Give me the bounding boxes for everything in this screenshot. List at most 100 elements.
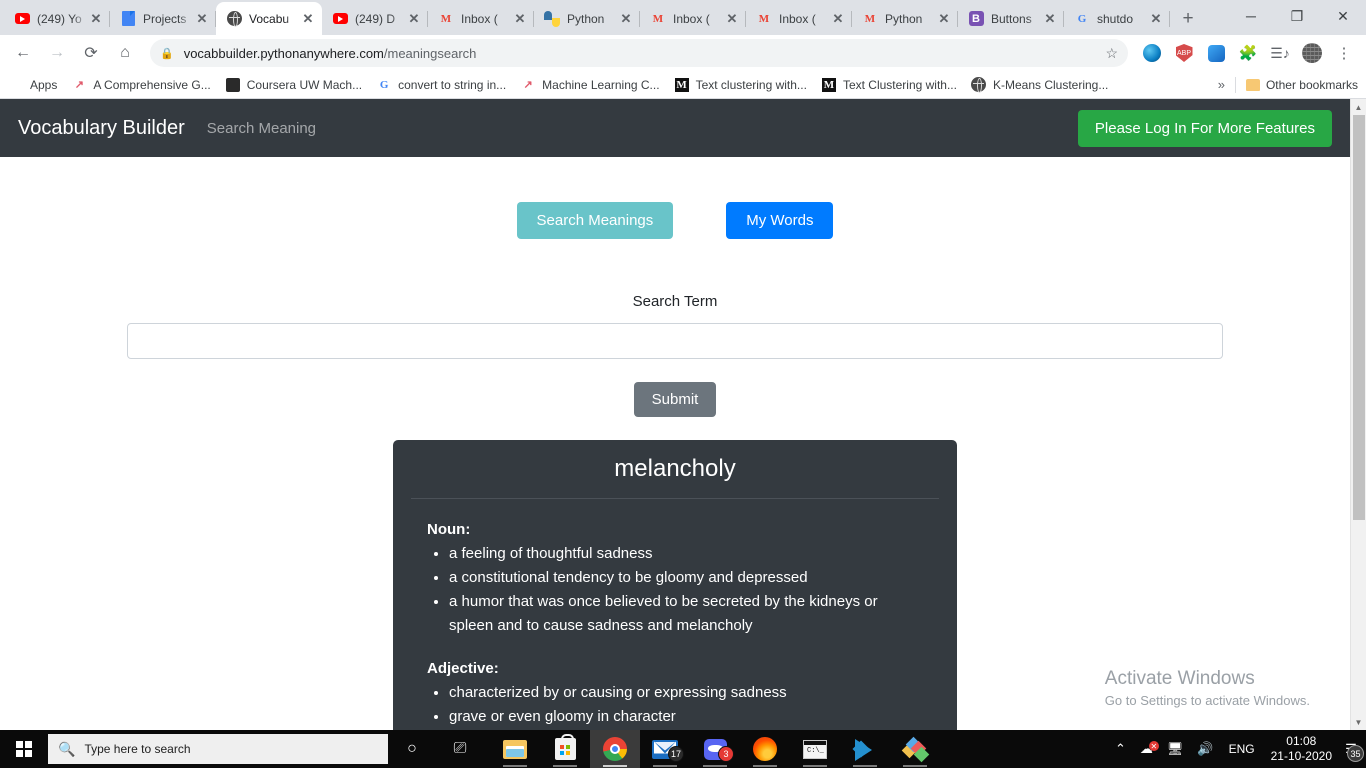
browser-tab-9[interactable]: B Buttons ✕	[958, 2, 1064, 35]
tab-close-icon[interactable]: ✕	[724, 11, 740, 27]
cortana-icon[interactable]: ○	[388, 730, 436, 768]
bookmark-item-4[interactable]: ↗ Machine Learning C...	[520, 77, 660, 93]
bookmark-item-3[interactable]: G convert to string in...	[376, 77, 506, 93]
extensions-puzzle-icon[interactable]: 🧩	[1235, 40, 1261, 66]
tab-close-icon[interactable]: ✕	[1148, 11, 1164, 27]
taskbar-app-mail[interactable]: 17	[640, 730, 690, 768]
youtube-icon	[14, 11, 30, 27]
bookmarks-overflow-icon[interactable]: »	[1218, 77, 1225, 92]
browser-tab-1[interactable]: Projects ✕	[110, 2, 216, 35]
globe-icon	[226, 11, 242, 27]
action-button-row: Search Meanings My Words	[0, 202, 1350, 239]
discord-badge: 3	[718, 746, 734, 762]
close-window-button[interactable]: ✕	[1320, 0, 1366, 32]
medium-icon: M	[674, 77, 689, 92]
extension-adblock-icon[interactable]: ABP	[1171, 40, 1197, 66]
cloud-icon[interactable]: ☁ ✕	[1133, 741, 1160, 757]
avatar[interactable]	[1299, 40, 1325, 66]
bookmark-star-icon[interactable]: ☆	[1105, 45, 1118, 62]
search-meanings-button[interactable]: Search Meanings	[516, 202, 674, 239]
gmail-icon: M	[758, 12, 770, 25]
bookmark-apps[interactable]: Apps	[8, 77, 57, 93]
scrollbar-thumb[interactable]	[1353, 115, 1365, 520]
taskbar-app-color-diamonds[interactable]	[890, 730, 940, 768]
tab-title: Inbox (	[461, 11, 498, 26]
site-navbar: Vocabulary Builder Search Meaning Please…	[0, 99, 1350, 157]
extension-eye-icon[interactable]	[1139, 40, 1165, 66]
bookmark-item-1[interactable]: ↗ A Comprehensive G...	[71, 77, 211, 93]
browser-tab-5[interactable]: Python ✕	[534, 2, 640, 35]
taskbar-app-command-prompt[interactable]	[790, 730, 840, 768]
medium-icon: M	[821, 77, 836, 92]
browser-tab-3[interactable]: (249) D ✕	[322, 2, 428, 35]
taskbar-app-google-chrome[interactable]	[590, 730, 640, 768]
reload-icon[interactable]: ⟳	[76, 38, 106, 68]
google-icon: G	[1077, 12, 1087, 25]
tab-close-icon[interactable]: ✕	[936, 11, 952, 27]
maximize-button[interactable]: ❐	[1274, 0, 1320, 32]
back-icon[interactable]: ←	[8, 38, 38, 68]
tray-overflow-icon[interactable]: ⌃	[1108, 741, 1133, 757]
task-view-icon[interactable]: ⎚	[436, 730, 484, 768]
my-words-button[interactable]: My Words	[726, 202, 834, 239]
browser-toolbar: ← → ⟳ ⌂ 🔒 vocabbuilder.pythonanywhere.co…	[0, 35, 1366, 71]
submit-button[interactable]: Submit	[633, 382, 717, 417]
new-tab-button[interactable]: +	[1174, 5, 1202, 33]
tab-close-icon[interactable]: ✕	[194, 11, 210, 27]
clock[interactable]: 01:08 21-10-2020	[1263, 734, 1340, 764]
browser-tab-0[interactable]: (249) Yo ✕	[4, 2, 110, 35]
youtube-icon	[332, 11, 348, 27]
definition-item: a humor that was once believed to be sec…	[449, 590, 923, 638]
login-button[interactable]: Please Log In For More Features	[1077, 109, 1332, 147]
tab-title: Inbox (	[779, 11, 816, 26]
other-bookmarks-label[interactable]: Other bookmarks	[1266, 78, 1358, 92]
browser-tab-6[interactable]: M Inbox ( ✕	[640, 2, 746, 35]
forward-icon[interactable]: →	[42, 38, 72, 68]
bookmark-item-2[interactable]: Coursera UW Mach...	[225, 77, 362, 93]
browser-tab-2-active[interactable]: Vocabu ✕	[216, 2, 322, 35]
address-bar[interactable]: 🔒 vocabbuilder.pythonanywhere.com/meanin…	[150, 39, 1128, 67]
extension-blue-icon[interactable]	[1203, 40, 1229, 66]
language-indicator[interactable]: ENG	[1221, 742, 1263, 756]
taskbar-app-visual-studio-code[interactable]	[840, 730, 890, 768]
volume-icon[interactable]: 🔊	[1190, 741, 1220, 757]
search-input[interactable]	[127, 323, 1223, 359]
bookmark-label: Text Clustering with...	[842, 77, 957, 92]
network-icon[interactable]: 🖥	[1160, 741, 1191, 757]
browser-tab-10[interactable]: G shutdo ✕	[1064, 2, 1170, 35]
nav-link-search-meaning[interactable]: Search Meaning	[207, 120, 316, 137]
chrome-menu-icon[interactable]: ⋮	[1331, 40, 1357, 66]
browser-tab-7[interactable]: M Inbox ( ✕	[746, 2, 852, 35]
tab-close-icon[interactable]: ✕	[88, 11, 104, 27]
start-button[interactable]	[0, 730, 48, 768]
part-of-speech-noun: Noun:	[427, 521, 471, 538]
tab-close-icon[interactable]: ✕	[406, 11, 422, 27]
notification-center-icon[interactable]: ☰ 35	[1340, 730, 1364, 768]
tab-close-icon[interactable]: ✕	[830, 11, 846, 27]
taskbar-app-microsoft-store[interactable]	[540, 730, 590, 768]
tab-close-icon[interactable]: ✕	[1042, 11, 1058, 27]
bookmark-label: K-Means Clustering...	[992, 77, 1109, 92]
tab-close-icon[interactable]: ✕	[618, 11, 634, 27]
scroll-up-arrow-icon[interactable]: ▲	[1351, 99, 1366, 115]
site-brand[interactable]: Vocabulary Builder	[18, 117, 185, 140]
gmail-icon: M	[440, 12, 452, 25]
browser-tab-4[interactable]: M Inbox ( ✕	[428, 2, 534, 35]
home-icon[interactable]: ⌂	[110, 38, 140, 68]
bookmark-item-5[interactable]: M Text clustering with...	[674, 77, 807, 93]
taskbar-search-box[interactable]: 🔍 Type here to search	[48, 734, 388, 764]
definition-list-adjective: characterized by or causing or expressin…	[449, 681, 923, 729]
tab-close-icon[interactable]: ✕	[512, 11, 528, 27]
bookmark-item-6[interactable]: M Text Clustering with...	[821, 77, 957, 93]
taskbar-app-file-explorer[interactable]	[490, 730, 540, 768]
bookmark-item-7[interactable]: K-Means Clustering...	[971, 77, 1108, 93]
tab-close-icon[interactable]: ✕	[300, 11, 316, 27]
page-scrollbar[interactable]: ▲ ▼	[1350, 99, 1366, 730]
browser-tab-8[interactable]: M Python ✕	[852, 2, 958, 35]
folder-icon	[1245, 78, 1260, 91]
scroll-down-arrow-icon[interactable]: ▼	[1351, 714, 1366, 730]
taskbar-app-discord[interactable]: 3	[690, 730, 740, 768]
media-list-icon[interactable]: ☰♪	[1267, 40, 1293, 66]
minimize-button[interactable]: ─	[1228, 0, 1274, 32]
taskbar-app-firefox[interactable]	[740, 730, 790, 768]
